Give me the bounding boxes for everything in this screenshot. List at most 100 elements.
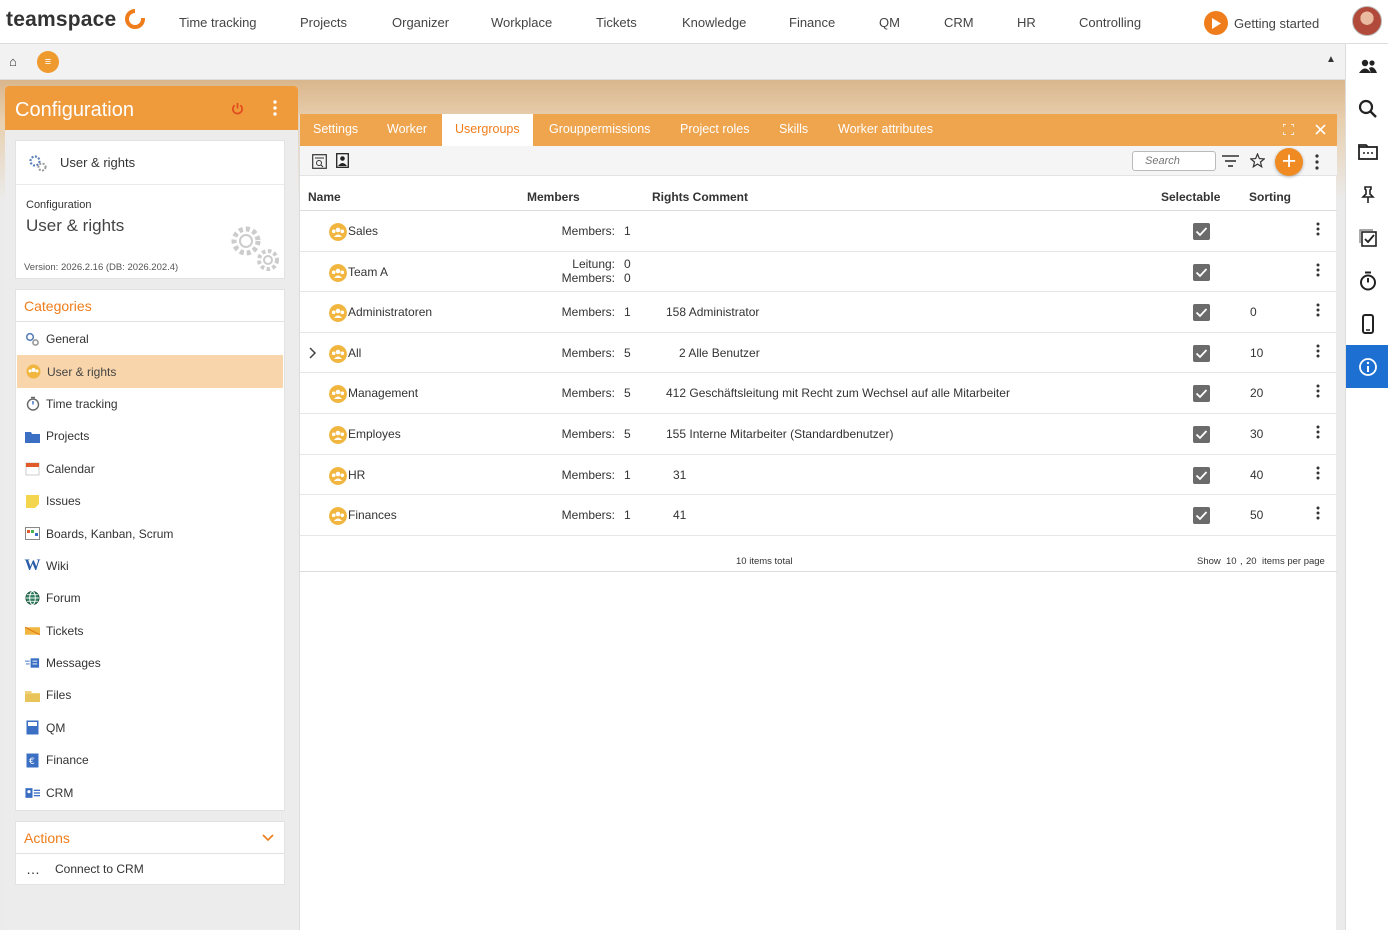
selectable-checkbox[interactable]: [1193, 223, 1210, 240]
column-members[interactable]: Members: [527, 190, 580, 204]
category-calendar[interactable]: Calendar: [16, 453, 284, 485]
category-forum[interactable]: Forum: [16, 582, 284, 614]
category-wiki[interactable]: W Wiki: [16, 550, 284, 582]
row-menu-icon[interactable]: [1316, 344, 1320, 358]
nav-time-tracking[interactable]: Time tracking: [179, 15, 257, 30]
category-user-rights[interactable]: User & rights: [17, 355, 283, 388]
selectable-checkbox[interactable]: [1193, 304, 1210, 322]
row-menu-icon[interactable]: [1316, 303, 1320, 317]
collapse-up-icon[interactable]: ▲: [1326, 54, 1336, 65]
category-messages[interactable]: Messages: [16, 647, 284, 679]
tab-settings[interactable]: Settings: [300, 114, 371, 146]
selectable-checkbox[interactable]: [1193, 344, 1210, 362]
actions-header[interactable]: Actions: [16, 822, 284, 854]
contact-icon[interactable]: [336, 153, 349, 168]
category-issues[interactable]: Issues: [16, 485, 284, 517]
selectable-checkbox[interactable]: [1193, 507, 1210, 525]
nav-projects[interactable]: Projects: [300, 15, 347, 30]
home-icon[interactable]: ⌂: [9, 54, 17, 69]
getting-started-button[interactable]: Getting started: [1204, 11, 1319, 35]
tab-worker[interactable]: Worker: [374, 114, 440, 146]
table-row[interactable]: Administratoren Members: 1 158 Administrato…: [300, 292, 1337, 333]
table-row[interactable]: Sales Members: 1: [300, 211, 1337, 252]
panel-menu-icon[interactable]: [273, 100, 277, 116]
add-usergroup-button[interactable]: +: [1275, 148, 1303, 176]
category-qm[interactable]: QM: [16, 712, 284, 744]
column-rights-comment[interactable]: Rights Comment: [652, 190, 748, 204]
category-finance[interactable]: € Finance: [16, 744, 284, 776]
column-selectable[interactable]: Selectable: [1161, 190, 1220, 204]
nav-controlling[interactable]: Controlling: [1079, 15, 1141, 30]
search-icon[interactable]: [1346, 87, 1388, 130]
menu-icon[interactable]: ≡: [37, 51, 59, 73]
page-size-20[interactable]: 20: [1246, 556, 1257, 567]
nav-organizer[interactable]: Organizer: [392, 15, 449, 30]
category-tickets[interactable]: Tickets: [16, 615, 284, 647]
table-row[interactable]: Team A Leitung: 0 Members: 0: [300, 252, 1337, 293]
stopwatch-icon[interactable]: [1346, 259, 1388, 302]
tab-grouppermissions[interactable]: Grouppermissions: [536, 114, 663, 146]
group-name[interactable]: Team A: [348, 265, 388, 279]
table-row[interactable]: HR Members: 1 31 40: [300, 455, 1337, 496]
current-config-item[interactable]: User & rights: [16, 141, 284, 185]
category-files[interactable]: Files: [16, 679, 284, 711]
filter-icon[interactable]: [1222, 155, 1239, 168]
group-name[interactable]: Finances: [348, 508, 397, 522]
row-menu-icon[interactable]: [1316, 384, 1320, 398]
category-boards[interactable]: Boards, Kanban, Scrum: [16, 517, 284, 549]
category-time-tracking[interactable]: Time tracking: [16, 388, 284, 420]
nav-tickets[interactable]: Tickets: [596, 15, 637, 30]
nav-qm[interactable]: QM: [879, 15, 900, 30]
group-name[interactable]: Employes: [348, 427, 401, 441]
group-name[interactable]: Management: [348, 386, 418, 400]
category-crm[interactable]: CRM: [16, 776, 284, 808]
info-icon[interactable]: [1346, 345, 1388, 388]
row-menu-icon[interactable]: [1316, 222, 1320, 236]
row-menu-icon[interactable]: [1316, 263, 1320, 277]
star-icon[interactable]: [1250, 153, 1265, 168]
nav-workplace[interactable]: Workplace: [491, 15, 552, 30]
table-row[interactable]: Employes Members: 5 155 Interne Mitarbeiter…: [300, 414, 1337, 455]
nav-hr[interactable]: HR: [1017, 15, 1036, 30]
tab-skills[interactable]: Skills: [766, 114, 821, 146]
chevron-right-icon[interactable]: [309, 347, 317, 359]
folder-icon[interactable]: [1346, 130, 1388, 173]
page-size-10[interactable]: 10: [1226, 556, 1237, 567]
group-name[interactable]: Administratoren: [348, 305, 432, 319]
close-icon[interactable]: [1315, 124, 1326, 135]
table-row[interactable]: All Members: 5 2 Alle Benutzer 10: [300, 333, 1337, 374]
column-sorting[interactable]: Sorting: [1249, 190, 1291, 204]
nav-crm[interactable]: CRM: [944, 15, 974, 30]
nav-finance[interactable]: Finance: [789, 15, 835, 30]
maximize-icon[interactable]: [1283, 124, 1294, 135]
pin-icon[interactable]: [1346, 173, 1388, 216]
checklist-icon[interactable]: [1346, 216, 1388, 259]
phone-icon[interactable]: [1346, 302, 1388, 345]
search-list-icon[interactable]: [312, 154, 327, 169]
selectable-checkbox[interactable]: [1193, 466, 1210, 484]
group-name[interactable]: Sales: [348, 224, 378, 238]
toolbar-menu-icon[interactable]: [1315, 154, 1319, 170]
row-menu-icon[interactable]: [1316, 506, 1320, 520]
power-icon[interactable]: [231, 102, 244, 115]
search-input[interactable]: [1132, 151, 1216, 171]
column-name[interactable]: Name: [308, 190, 341, 204]
category-projects[interactable]: Projects: [16, 420, 284, 452]
row-menu-icon[interactable]: [1316, 466, 1320, 480]
nav-knowledge[interactable]: Knowledge: [682, 15, 746, 30]
teamspace-logo[interactable]: teamspace: [6, 8, 116, 32]
table-row[interactable]: Finances Members: 1 41 50: [300, 495, 1337, 536]
selectable-checkbox[interactable]: [1193, 385, 1210, 403]
category-general[interactable]: General: [16, 323, 284, 355]
group-name[interactable]: HR: [348, 468, 365, 482]
tab-project-roles[interactable]: Project roles: [667, 114, 762, 146]
tab-usergroups[interactable]: Usergroups: [442, 114, 533, 146]
table-row[interactable]: Management Members: 5 412 Geschäftsleitung …: [300, 373, 1337, 414]
selectable-checkbox[interactable]: [1193, 426, 1210, 443]
action-connect-crm[interactable]: … Connect to CRM: [16, 854, 284, 884]
tab-worker-attributes[interactable]: Worker attributes: [825, 114, 946, 146]
user-avatar[interactable]: [1352, 6, 1382, 36]
selectable-checkbox[interactable]: [1193, 263, 1210, 281]
group-name[interactable]: All: [348, 346, 361, 360]
people-icon[interactable]: [1346, 44, 1388, 87]
